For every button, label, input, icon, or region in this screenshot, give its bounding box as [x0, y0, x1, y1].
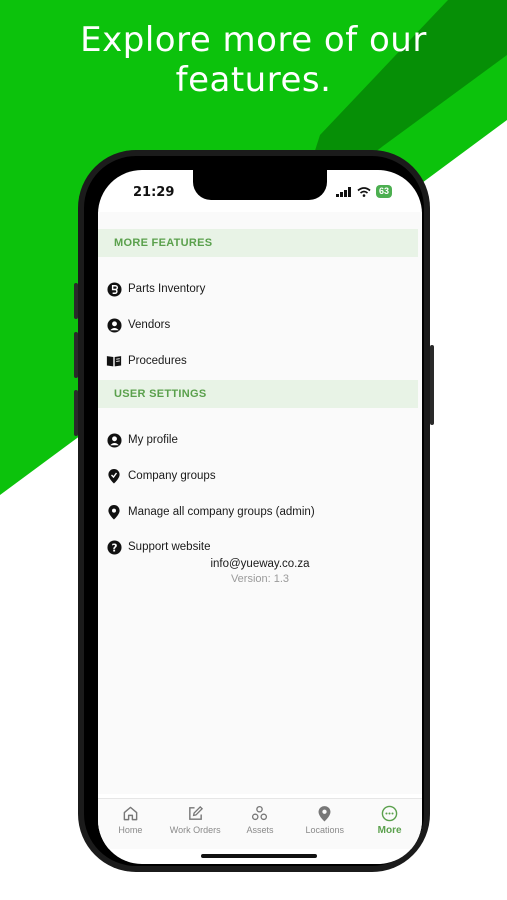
section-title: MORE FEATURES	[114, 237, 213, 249]
menu-item-manage-company-groups[interactable]: Manage all company groups (admin)	[98, 497, 418, 527]
assets-icon	[252, 805, 268, 821]
menu-item-my-profile[interactable]: My profile	[98, 425, 418, 455]
book-icon	[106, 353, 122, 369]
status-icons: 63	[335, 185, 392, 198]
tab-home[interactable]: Home	[98, 799, 163, 849]
battery-indicator: 63	[375, 185, 392, 198]
person-icon	[106, 317, 122, 333]
tab-work-orders[interactable]: Work Orders	[163, 799, 228, 849]
more-content: MORE FEATURES Parts Inventory Vendors Pr…	[98, 212, 422, 794]
tab-assets[interactable]: Assets	[228, 799, 293, 849]
home-indicator[interactable]	[201, 854, 317, 858]
tab-label: Work Orders	[169, 825, 221, 835]
parts-icon	[106, 281, 122, 297]
menu-item-company-groups[interactable]: Company groups	[98, 461, 418, 491]
tab-label: Locations	[305, 825, 345, 835]
headline-line-1: Explore more of our	[80, 20, 427, 60]
headline: Explore more of our features.	[0, 20, 507, 100]
phone-power-button	[430, 345, 434, 425]
edit-icon	[188, 805, 203, 820]
section-user-settings: USER SETTINGS	[98, 380, 418, 408]
tab-label: Home	[118, 825, 143, 835]
phone-bezel: 21:29 63 MORE FEATURES Parts Inventory V…	[84, 156, 424, 866]
pin-icon	[106, 468, 122, 484]
tab-label: More	[377, 825, 402, 836]
location-icon	[318, 806, 331, 822]
tab-label: Assets	[246, 825, 274, 835]
section-title: USER SETTINGS	[114, 388, 207, 400]
menu-item-label: Support website	[128, 541, 211, 553]
person-icon	[106, 432, 122, 448]
section-more-features: MORE FEATURES	[98, 229, 418, 257]
phone-frame: 21:29 63 MORE FEATURES Parts Inventory V…	[78, 150, 430, 872]
help-icon: ?	[106, 539, 122, 555]
menu-item-parts-inventory[interactable]: Parts Inventory	[98, 274, 418, 304]
menu-item-label: Procedures	[128, 355, 187, 367]
home-icon	[123, 806, 138, 821]
tab-locations[interactable]: Locations	[292, 799, 357, 849]
menu-item-vendors[interactable]: Vendors	[98, 310, 418, 340]
menu-item-label: Parts Inventory	[128, 283, 206, 295]
more-icon	[381, 805, 398, 822]
menu-item-label: Company groups	[128, 470, 216, 482]
menu-item-procedures[interactable]: Procedures	[98, 346, 418, 376]
tab-more[interactable]: More	[357, 799, 422, 849]
menu-item-label: My profile	[128, 434, 178, 446]
phone-screen: 21:29 63 MORE FEATURES Parts Inventory V…	[98, 170, 422, 864]
pin-icon	[106, 504, 122, 520]
bottom-tab-bar: Home Work Orders Assets Locations More	[98, 798, 422, 849]
menu-item-label: Vendors	[128, 319, 171, 331]
status-time: 21:29	[133, 185, 175, 200]
signal-icon	[335, 186, 351, 197]
notch	[193, 170, 327, 200]
menu-item-label: Manage all company groups (admin)	[128, 506, 315, 518]
wifi-icon	[357, 186, 371, 197]
svg-text:?: ?	[111, 542, 117, 554]
contact-email[interactable]: info@yueway.co.za	[98, 558, 422, 570]
app-version: Version: 1.3	[230, 573, 290, 585]
headline-line-2: features.	[175, 60, 332, 100]
